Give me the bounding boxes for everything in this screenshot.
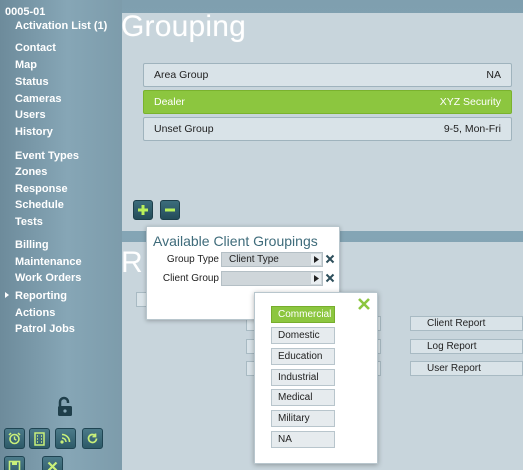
save-button[interactable] xyxy=(4,456,25,470)
user-report-button[interactable]: User Report xyxy=(410,361,523,376)
group-value: NA xyxy=(486,69,501,81)
sidebar-item-cameras[interactable]: Cameras xyxy=(15,93,61,105)
account-id: 0005-01 xyxy=(5,6,46,18)
group-name: Unset Group xyxy=(154,123,214,135)
sidebar-item-maintenance[interactable]: Maintenance xyxy=(15,256,82,268)
option-medical[interactable]: Medical xyxy=(271,389,335,406)
sidebar-item-tests[interactable]: Tests xyxy=(15,216,43,228)
close-icon[interactable] xyxy=(357,297,371,311)
refresh-icon xyxy=(87,433,98,444)
active-item-arrow-icon xyxy=(5,292,9,298)
close-icon xyxy=(47,461,58,470)
sidebar-item-schedule[interactable]: Schedule xyxy=(15,199,64,211)
option-domestic[interactable]: Domestic xyxy=(271,327,335,344)
sidebar-item-reporting[interactable]: Reporting xyxy=(15,290,67,302)
sidebar-item-status[interactable]: Status xyxy=(15,76,49,88)
group-type-select[interactable]: Client Type xyxy=(221,252,323,267)
group-type-value: Client Type xyxy=(229,254,279,265)
sidebar-item-contact[interactable]: Contact xyxy=(15,42,56,54)
unlock-icon[interactable] xyxy=(55,396,77,418)
option-na[interactable]: NA xyxy=(271,431,335,448)
option-education[interactable]: Education xyxy=(271,348,335,365)
log-report-button[interactable]: Log Report xyxy=(410,339,523,354)
sidebar-item-patrol-jobs[interactable]: Patrol Jobs xyxy=(15,323,75,335)
add-group-button[interactable] xyxy=(133,200,153,220)
client-report-button[interactable]: Client Report xyxy=(410,316,523,331)
option-commercial[interactable]: Commercial xyxy=(271,306,335,323)
remove-group-button[interactable] xyxy=(160,200,180,220)
grouping-title: Grouping xyxy=(121,10,247,43)
group-name: Area Group xyxy=(154,69,209,81)
sidebar-item-billing[interactable]: Billing xyxy=(15,239,49,251)
popup-title: Available Client Groupings xyxy=(153,233,318,249)
option-military[interactable]: Military xyxy=(271,410,335,427)
reports-title: R xyxy=(121,246,143,279)
group-type-label: Group Type xyxy=(166,254,219,265)
group-row-dealer[interactable]: Dealer XYZ Security xyxy=(143,90,512,114)
alarm-clock-icon xyxy=(8,432,21,445)
refresh-button[interactable] xyxy=(82,428,103,449)
sidebar-item-event-types[interactable]: Event Types xyxy=(15,150,79,162)
chevron-right-icon xyxy=(311,273,321,284)
save-icon xyxy=(8,460,21,470)
clear-client-group-icon[interactable] xyxy=(325,273,335,283)
sidebar-item-response[interactable]: Response xyxy=(15,183,68,195)
signal-icon xyxy=(60,433,71,444)
sidebar-item-map[interactable]: Map xyxy=(15,59,37,71)
group-row-unset-group[interactable]: Unset Group 9-5, Mon-Fri xyxy=(143,117,512,141)
sidebar-item-activation-list[interactable]: Activation List (1) xyxy=(15,20,107,32)
building-icon xyxy=(34,432,45,446)
client-group-label: Client Group xyxy=(162,273,219,284)
clear-group-type-icon[interactable] xyxy=(325,254,335,264)
cancel-button[interactable] xyxy=(42,456,63,470)
client-type-dropdown: Commercial Domestic Education Industrial… xyxy=(254,292,378,464)
sidebar-item-zones[interactable]: Zones xyxy=(15,166,47,178)
option-industrial[interactable]: Industrial xyxy=(271,369,335,386)
minus-icon xyxy=(165,208,175,212)
group-row-area-group[interactable]: Area Group NA xyxy=(143,63,512,87)
chevron-right-icon xyxy=(311,254,321,265)
client-group-select[interactable] xyxy=(221,271,323,286)
sidebar-item-actions[interactable]: Actions xyxy=(15,307,55,319)
group-value: XYZ Security xyxy=(439,96,501,108)
sidebar-item-users[interactable]: Users xyxy=(15,109,46,121)
building-button[interactable] xyxy=(29,428,50,449)
sidebar-item-history[interactable]: History xyxy=(15,126,53,138)
group-value: 9-5, Mon-Fri xyxy=(443,123,501,135)
plus-icon xyxy=(138,205,148,215)
alarm-clock-button[interactable] xyxy=(4,428,25,449)
sidebar-item-work-orders[interactable]: Work Orders xyxy=(15,272,81,284)
group-name: Dealer xyxy=(154,96,185,108)
signal-button[interactable] xyxy=(55,428,76,449)
